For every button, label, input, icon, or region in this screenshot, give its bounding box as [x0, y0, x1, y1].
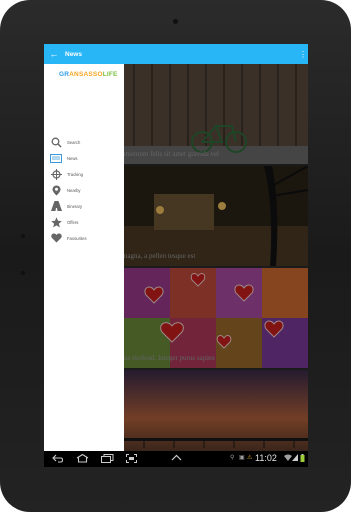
drawer-item-tracking[interactable]: Tracking [50, 167, 83, 181]
logo-part: ANSASSO [69, 71, 103, 78]
drawer-item-itinerary[interactable]: Itinerary [50, 199, 82, 213]
star-icon [50, 216, 62, 228]
chevron-up-icon[interactable] [171, 454, 182, 464]
news-card[interactable]: magna, a pellen tesque est [124, 166, 308, 266]
drawer-item-label: News [67, 155, 78, 161]
app-logo: GRANSASSOLIFE [59, 71, 118, 78]
drawer-item-label: Nearby [67, 187, 81, 193]
drawer-item-news[interactable]: News [50, 151, 77, 165]
news-image [124, 166, 308, 266]
news-card[interactable]: ius eleifend. Integer purus sapien [124, 268, 308, 368]
sensor [21, 234, 25, 238]
drawer-item-nearby[interactable]: Nearby [50, 183, 81, 197]
drawer-item-favourites[interactable]: Favourites [50, 231, 87, 245]
news-image [124, 64, 308, 164]
drawer-item-search[interactable]: Search [50, 135, 80, 149]
news-caption: ius eleifend. Integer purus sapien [124, 354, 215, 362]
drawer-item-label: Favourites [67, 235, 87, 241]
screenshot-icon[interactable] [126, 454, 137, 466]
home-icon[interactable] [76, 453, 89, 466]
news-caption: umentum felis sit amet gravida vel [124, 150, 220, 158]
drawer-item-label: Search [67, 139, 81, 145]
news-card[interactable] [124, 370, 308, 451]
recents-icon[interactable] [101, 454, 114, 466]
overflow-menu-icon[interactable]: ⋮ [298, 50, 308, 59]
logo-part: LIFE [102, 71, 118, 78]
search-icon [50, 136, 62, 148]
navigation-drawer: GRANSASSOLIFE Search News Tracking Nearb [44, 64, 124, 451]
drawer-item-label: Offers [67, 219, 79, 225]
sensor [21, 271, 25, 275]
news-list[interactable]: umentum felis sit amet gravida vel magna… [124, 64, 308, 451]
news-icon [50, 152, 62, 164]
drawer-item-label: Tracking [67, 171, 83, 177]
news-card[interactable]: umentum felis sit amet gravida vel [124, 64, 308, 164]
signal-icon [292, 454, 298, 463]
logo-part: GR [59, 71, 70, 78]
screen-icon: ▣ [239, 455, 245, 461]
news-image [124, 370, 308, 451]
heart-icon [50, 232, 62, 244]
usb-icon: ⚲ [230, 455, 235, 461]
arrow-left-icon[interactable]: ← [46, 49, 62, 59]
page-title: News [65, 50, 82, 58]
warning-icon: ⚠ [247, 455, 253, 461]
screen: umentum felis sit amet gravida vel magna… [44, 44, 308, 467]
back-icon[interactable] [52, 454, 64, 466]
news-caption: magna, a pellen tesque est [124, 252, 196, 260]
tracking-icon [50, 168, 62, 180]
road-icon [50, 200, 62, 212]
front-camera [173, 19, 178, 24]
action-bar: ← News ⋮ [44, 44, 308, 64]
system-nav-bar: ⚲ ▣ ⚠ 11:02 [44, 451, 308, 467]
location-pin-icon [50, 184, 62, 196]
drawer-item-offers[interactable]: Offers [50, 215, 78, 229]
wifi-icon [284, 454, 292, 463]
news-image [124, 268, 308, 368]
battery-icon [300, 454, 305, 464]
status-clock: 11:02 [255, 453, 277, 463]
drawer-item-label: Itinerary [67, 203, 83, 209]
